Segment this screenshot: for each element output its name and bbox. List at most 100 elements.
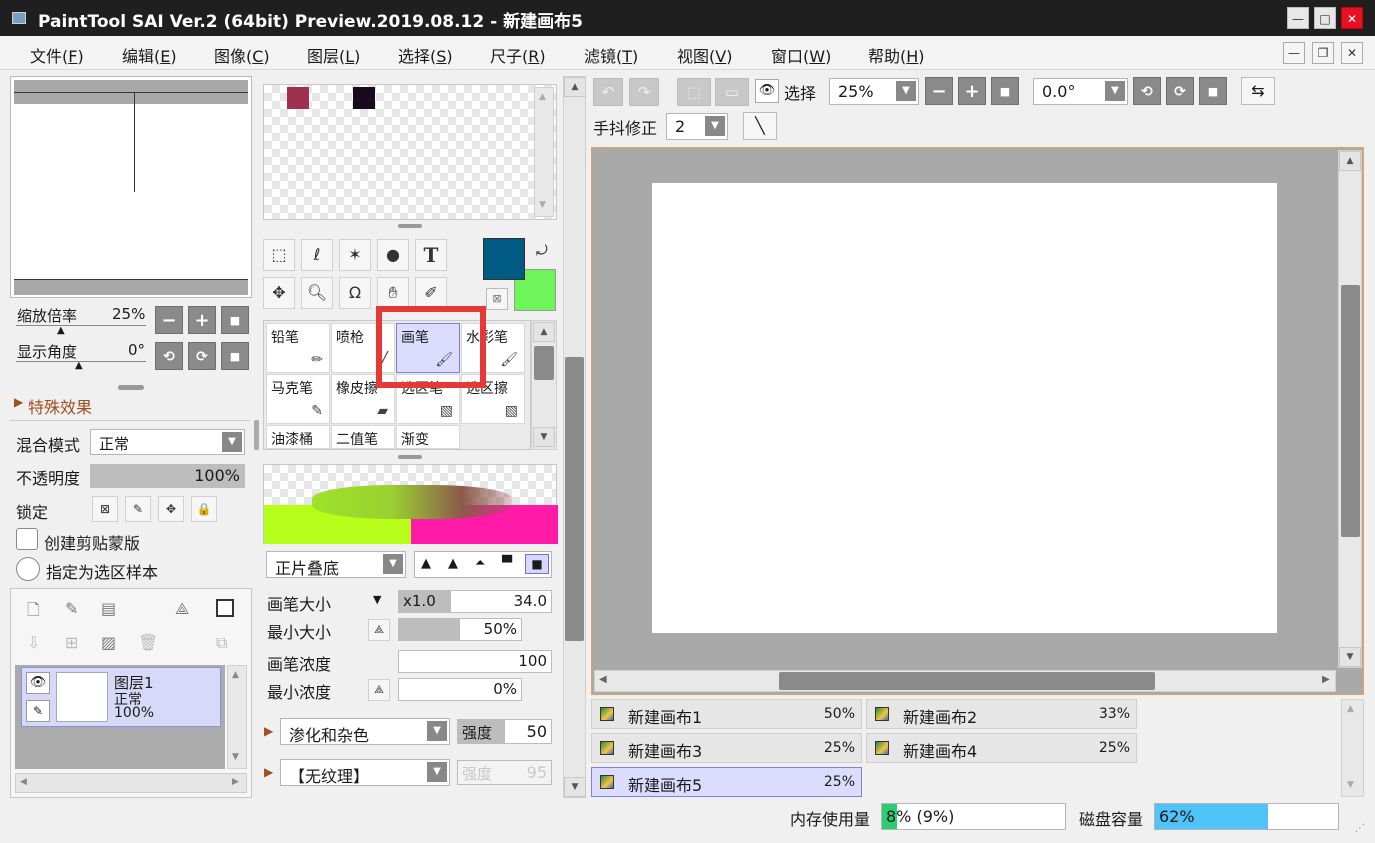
menu-window[interactable]: 窗口(W) — [771, 43, 831, 67]
new-layer-icon[interactable]: 🗋 — [27, 599, 40, 626]
rotate-right-button[interactable]: ⟳ — [188, 342, 216, 370]
mdi-minimize-button[interactable]: — — [1283, 42, 1305, 64]
trash-icon[interactable]: 🗑 — [138, 633, 158, 652]
shape-tool[interactable]: ● — [377, 239, 409, 271]
canvas-zoom-in-button[interactable]: + — [958, 77, 986, 105]
canvas-angle-select[interactable]: 0.0° ▼ — [1033, 78, 1128, 105]
min-density-slider[interactable]: 0% — [398, 678, 522, 701]
opacity-slider[interactable]: 100% — [90, 464, 245, 488]
layer-row[interactable]: 👁 ✎ 图层1 正常 100% — [21, 667, 221, 727]
pencil-icon[interactable]: ✎ — [26, 700, 50, 722]
navigator-preview[interactable] — [10, 76, 252, 298]
rotate-left-button[interactable]: ⟲ — [155, 342, 183, 370]
deselect-button[interactable]: ⬚ — [677, 78, 711, 106]
mdi-close-button[interactable]: ✕ — [1341, 42, 1363, 64]
canvas-tab-4[interactable]: 新建画布4 25% — [866, 733, 1137, 763]
invert-select-button[interactable]: ▭ — [715, 78, 749, 106]
texture-select[interactable]: 渗化和杂色 ▼ — [280, 718, 450, 745]
clear-layer-icon[interactable]: ▨ — [101, 633, 116, 652]
transparent-color-icon[interactable]: ⊠ — [486, 288, 508, 310]
new-vector-layer-icon[interactable]: ✎ — [65, 599, 78, 618]
canvas-tab-2[interactable]: 新建画布2 33% — [866, 699, 1137, 729]
tool-panel-scrollbar[interactable]: ▲ ▼ — [563, 76, 586, 798]
texture-strength-slider[interactable]: 强度 50 — [457, 719, 552, 744]
min-size-slider[interactable]: 50% — [398, 618, 522, 641]
canvas-vscrollbar[interactable]: ▲ ▼ — [1338, 150, 1362, 668]
canvas-rotate-right-button[interactable]: ⟳ — [1166, 77, 1194, 105]
menu-select[interactable]: 选择(S) — [398, 43, 453, 67]
panel-splitter[interactable] — [398, 455, 422, 459]
menu-file[interactable]: 文件(F) — [30, 43, 84, 67]
canvas-tabs-scrollbar[interactable]: ▲ ▼ — [1341, 699, 1364, 797]
copy-layer-icon[interactable]: ⧉ — [216, 633, 227, 653]
canvas-tab-1[interactable]: 新建画布1 50% — [591, 699, 862, 729]
lock-all-icon[interactable]: 🔒 — [191, 496, 217, 522]
size-dropdown-icon[interactable]: ▼ — [373, 593, 381, 606]
layer-scrollbar[interactable]: ▲ ▼ — [227, 665, 247, 769]
menu-ruler[interactable]: 尺子(R) — [490, 43, 546, 67]
selection-sample-checkbox[interactable] — [16, 557, 40, 581]
brush-gradient[interactable]: 渐变 — [396, 425, 460, 449]
swap-colors-icon[interactable]: ⤾ — [536, 243, 548, 259]
menu-image[interactable]: 图像(C) — [214, 43, 270, 67]
brush-binary-pen[interactable]: 二值笔 — [331, 425, 395, 449]
clip-mask-checkbox[interactable] — [16, 528, 38, 550]
brush-size-slider[interactable]: x1.0 34.0 — [398, 590, 552, 613]
eye-icon[interactable]: 👁 — [26, 672, 50, 694]
hand-tool[interactable]: ✋︎ — [377, 277, 409, 309]
canvas-tab-5-active[interactable]: 新建画布5 25% — [591, 767, 862, 797]
resize-grip-icon[interactable]: ⋰ — [1355, 823, 1365, 834]
zoom-in-button[interactable]: + — [188, 306, 216, 334]
maximize-button[interactable]: □ — [1314, 7, 1336, 29]
add-icon[interactable]: ⊞ — [65, 633, 78, 652]
color-swatch-palette[interactable]: ▲ ▼ — [263, 84, 557, 220]
eyedropper-tool[interactable]: ✐ — [415, 277, 447, 309]
canvas-viewport[interactable]: ▲ ▼ ◀ ▶ — [591, 147, 1364, 695]
flip-horizontal-icon[interactable]: ⇆ — [1241, 77, 1275, 105]
brush-pencil[interactable]: 铅笔 ✏︎ — [266, 323, 330, 373]
close-button[interactable]: ✕ — [1341, 7, 1363, 29]
vertical-splitter-left[interactable] — [254, 420, 259, 450]
lock-paint-icon[interactable]: ✎ — [125, 496, 151, 522]
menu-edit[interactable]: 编辑(E) — [122, 43, 177, 67]
shape-3-icon[interactable]: ⏶ — [475, 556, 485, 571]
zoom-reset-button[interactable]: ■ — [221, 306, 249, 334]
swatch-color-2[interactable] — [353, 87, 375, 109]
pressure-icon[interactable]: ⟁ — [368, 619, 390, 641]
text-tool[interactable]: T — [415, 239, 447, 271]
pressure-icon[interactable]: ⟁ — [368, 679, 390, 701]
swatch-color-1[interactable] — [287, 87, 309, 109]
new-folder-icon[interactable]: ▤ — [101, 599, 116, 618]
lock-transparency-icon[interactable]: ⊠ — [92, 496, 118, 522]
shape-1-icon[interactable]: ▲ — [421, 556, 431, 571]
texture2-select[interactable]: 【无纹理】 ▼ — [280, 759, 450, 786]
rotate-reset-button[interactable]: ■ — [221, 342, 249, 370]
mask-icon[interactable] — [216, 599, 234, 617]
expand-arrow-icon[interactable]: ▶ — [264, 765, 273, 779]
primary-color[interactable] — [483, 238, 525, 280]
shape-5-icon[interactable]: ■ — [525, 554, 549, 574]
zoom-out-button[interactable]: − — [155, 306, 183, 334]
canvas-zoom-out-button[interactable]: − — [925, 77, 953, 105]
merge-down-icon[interactable]: ⇩ — [27, 633, 40, 652]
rect-select-tool[interactable]: ⬚ — [263, 239, 295, 271]
canvas-zoom-select[interactable]: 25% ▼ — [829, 78, 919, 105]
expand-arrow-icon[interactable]: ▶ — [14, 395, 23, 409]
lasso-tool[interactable]: ℓ — [301, 239, 333, 271]
move-tool[interactable]: ✥ — [263, 277, 295, 309]
brush-shape-selector[interactable]: ▲ ▲ ⏶ ▀ ■ — [414, 551, 552, 578]
brush-blend-select[interactable]: 正片叠底 ▼ — [266, 551, 406, 578]
shape-2-icon[interactable]: ▲ — [448, 556, 458, 571]
brush-list-scrollbar[interactable]: ▲ ▼ — [531, 320, 557, 450]
special-effects-label[interactable]: 特殊效果 — [28, 394, 92, 418]
panel-splitter[interactable] — [118, 385, 144, 390]
layer-hscrollbar[interactable]: ◀ ▶ — [15, 773, 247, 793]
canvas-hscrollbar[interactable]: ◀ ▶ — [594, 670, 1336, 692]
menu-filter[interactable]: 滤镜(T) — [584, 43, 638, 67]
line-tool-icon[interactable]: ╲ — [743, 112, 777, 140]
redo-button[interactable]: ↷ — [629, 78, 659, 106]
mdi-restore-button[interactable]: ❐ — [1312, 42, 1334, 64]
menu-view[interactable]: 视图(V) — [677, 43, 732, 67]
brush-density-slider[interactable]: 100 — [398, 650, 552, 673]
effect-icon[interactable]: ⟁ — [175, 599, 189, 619]
